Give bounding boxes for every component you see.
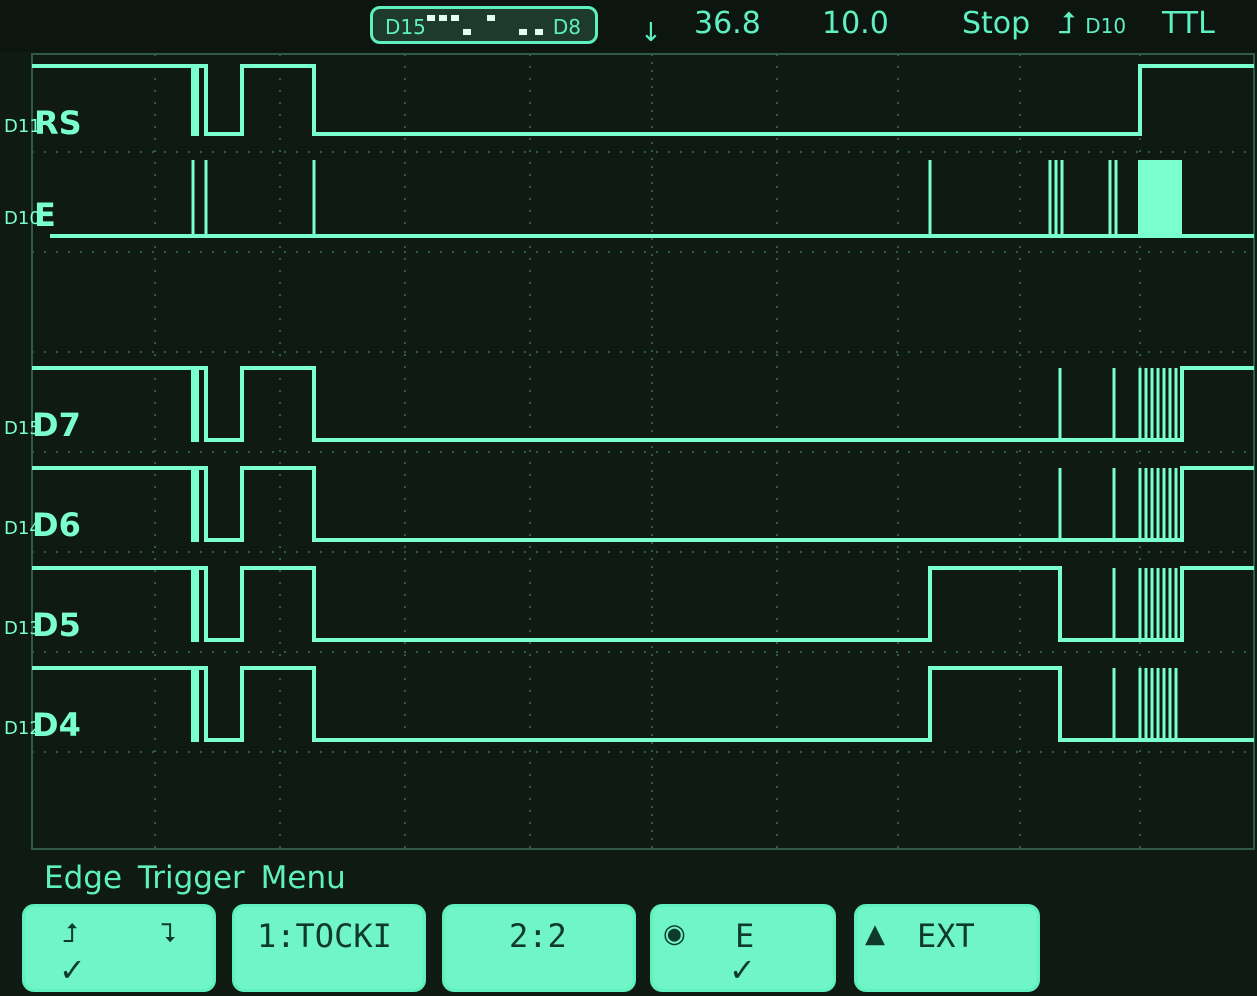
slope-check-icon: ✓ [59, 951, 86, 989]
channel-label-d7: D7 [32, 406, 81, 444]
falling-edge-icon: ⮧ [161, 919, 177, 949]
softkey-source-ext-label: EXT [917, 917, 975, 955]
trace-e-burst [1138, 160, 1182, 236]
status-bar: D15 D8 ↓ 36.8 10.0 Stop ⮥ D10 TTL [0, 0, 1257, 52]
threshold-mode[interactable]: TTL [1162, 6, 1215, 41]
run-state[interactable]: Stop [962, 6, 1030, 41]
rising-edge-icon: ⮥ [63, 919, 79, 949]
trigger-source-value: D10 [1085, 14, 1127, 38]
channel-right-label: D8 [552, 15, 581, 39]
menu-title: Edge Trigger Menu [44, 860, 346, 896]
trace-d4 [32, 666, 1254, 742]
softkey-source-1[interactable]: 1:TOCKI [232, 904, 426, 992]
softkey-source-ext[interactable]: ▲ EXT [854, 904, 1040, 992]
channel-label-d5: D5 [32, 606, 81, 644]
channel-label-e: E [34, 196, 56, 234]
softkey-source-e[interactable]: ◉ E ✓ [650, 904, 836, 992]
trace-d7 [32, 366, 1254, 442]
trigger-position-value: 36.8 [694, 6, 761, 41]
channel-left-label: D15 [385, 15, 426, 39]
channel-label-d6: D6 [32, 506, 81, 544]
trigger-source-readout[interactable]: ⮥ D10 [1058, 6, 1126, 41]
rising-edge-icon: ⮥ [1058, 6, 1076, 41]
bit-pattern-display [423, 13, 553, 39]
softkey-source-e-label: E [735, 917, 755, 955]
channel-circle-icon: ◉ [663, 919, 686, 949]
trace-rs [32, 64, 1254, 136]
softkey-source-1-label: 1:TOCKI [257, 917, 392, 955]
waveform-display: D11 RS D10 E D15 D7 D14 D6 D13 D5 D12 D4 [0, 52, 1257, 852]
trigger-position-readout[interactable]: 36.8 [694, 6, 761, 41]
trace-d5 [32, 566, 1254, 642]
source-check-icon: ✓ [729, 951, 756, 989]
waveform-canvas [31, 53, 1255, 850]
timebase-value: 10.0 [822, 6, 889, 41]
digital-channel-indicator[interactable]: D15 D8 [370, 6, 598, 44]
softkey-slope[interactable]: ⮥ ⮧ ✓ [22, 904, 216, 992]
channel-label-rs: RS [34, 104, 82, 142]
trace-d6 [32, 466, 1254, 542]
graticule-border [31, 53, 1255, 850]
channel-label-d4: D4 [32, 706, 81, 744]
softkey-source-2-label: 2:2 [509, 917, 567, 955]
timebase-readout[interactable]: 10.0 [822, 6, 889, 41]
trigger-position-arrow-icon: ↓ [640, 18, 662, 48]
softkey-source-2[interactable]: 2:2 [442, 904, 636, 992]
triangle-up-icon: ▲ [865, 919, 885, 949]
